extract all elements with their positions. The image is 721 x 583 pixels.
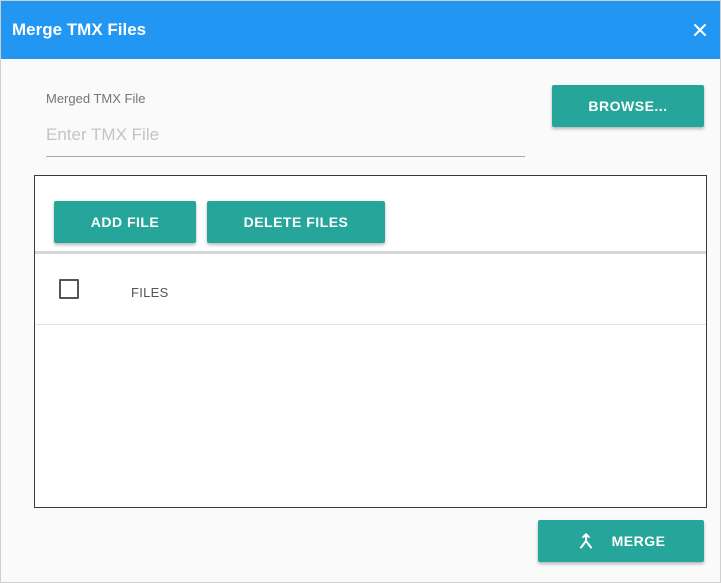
close-button[interactable] (690, 20, 710, 40)
merge-label: MERGE (611, 533, 666, 549)
dialog-title: Merge TMX Files (12, 20, 147, 39)
merged-file-input[interactable] (46, 113, 525, 157)
add-file-button[interactable]: ADD FILE (54, 201, 196, 243)
files-table-header: FILES (35, 254, 706, 325)
dialog-titlebar: Merge TMX Files (1, 1, 720, 59)
close-icon (694, 24, 706, 36)
merge-button[interactable]: MERGE (538, 520, 704, 562)
merged-file-label: Merged TMX File (46, 91, 146, 106)
delete-files-button[interactable]: DELETE FILES (207, 201, 385, 243)
column-header-files[interactable]: FILES (131, 285, 169, 300)
merge-icon (577, 532, 595, 550)
select-all-checkbox[interactable] (59, 279, 79, 299)
merge-tmx-dialog: Merge TMX Files Merged TMX File BROWSE..… (0, 0, 721, 583)
browse-button[interactable]: BROWSE... (552, 85, 704, 127)
files-panel: ADD FILE DELETE FILES FILES (34, 175, 707, 508)
